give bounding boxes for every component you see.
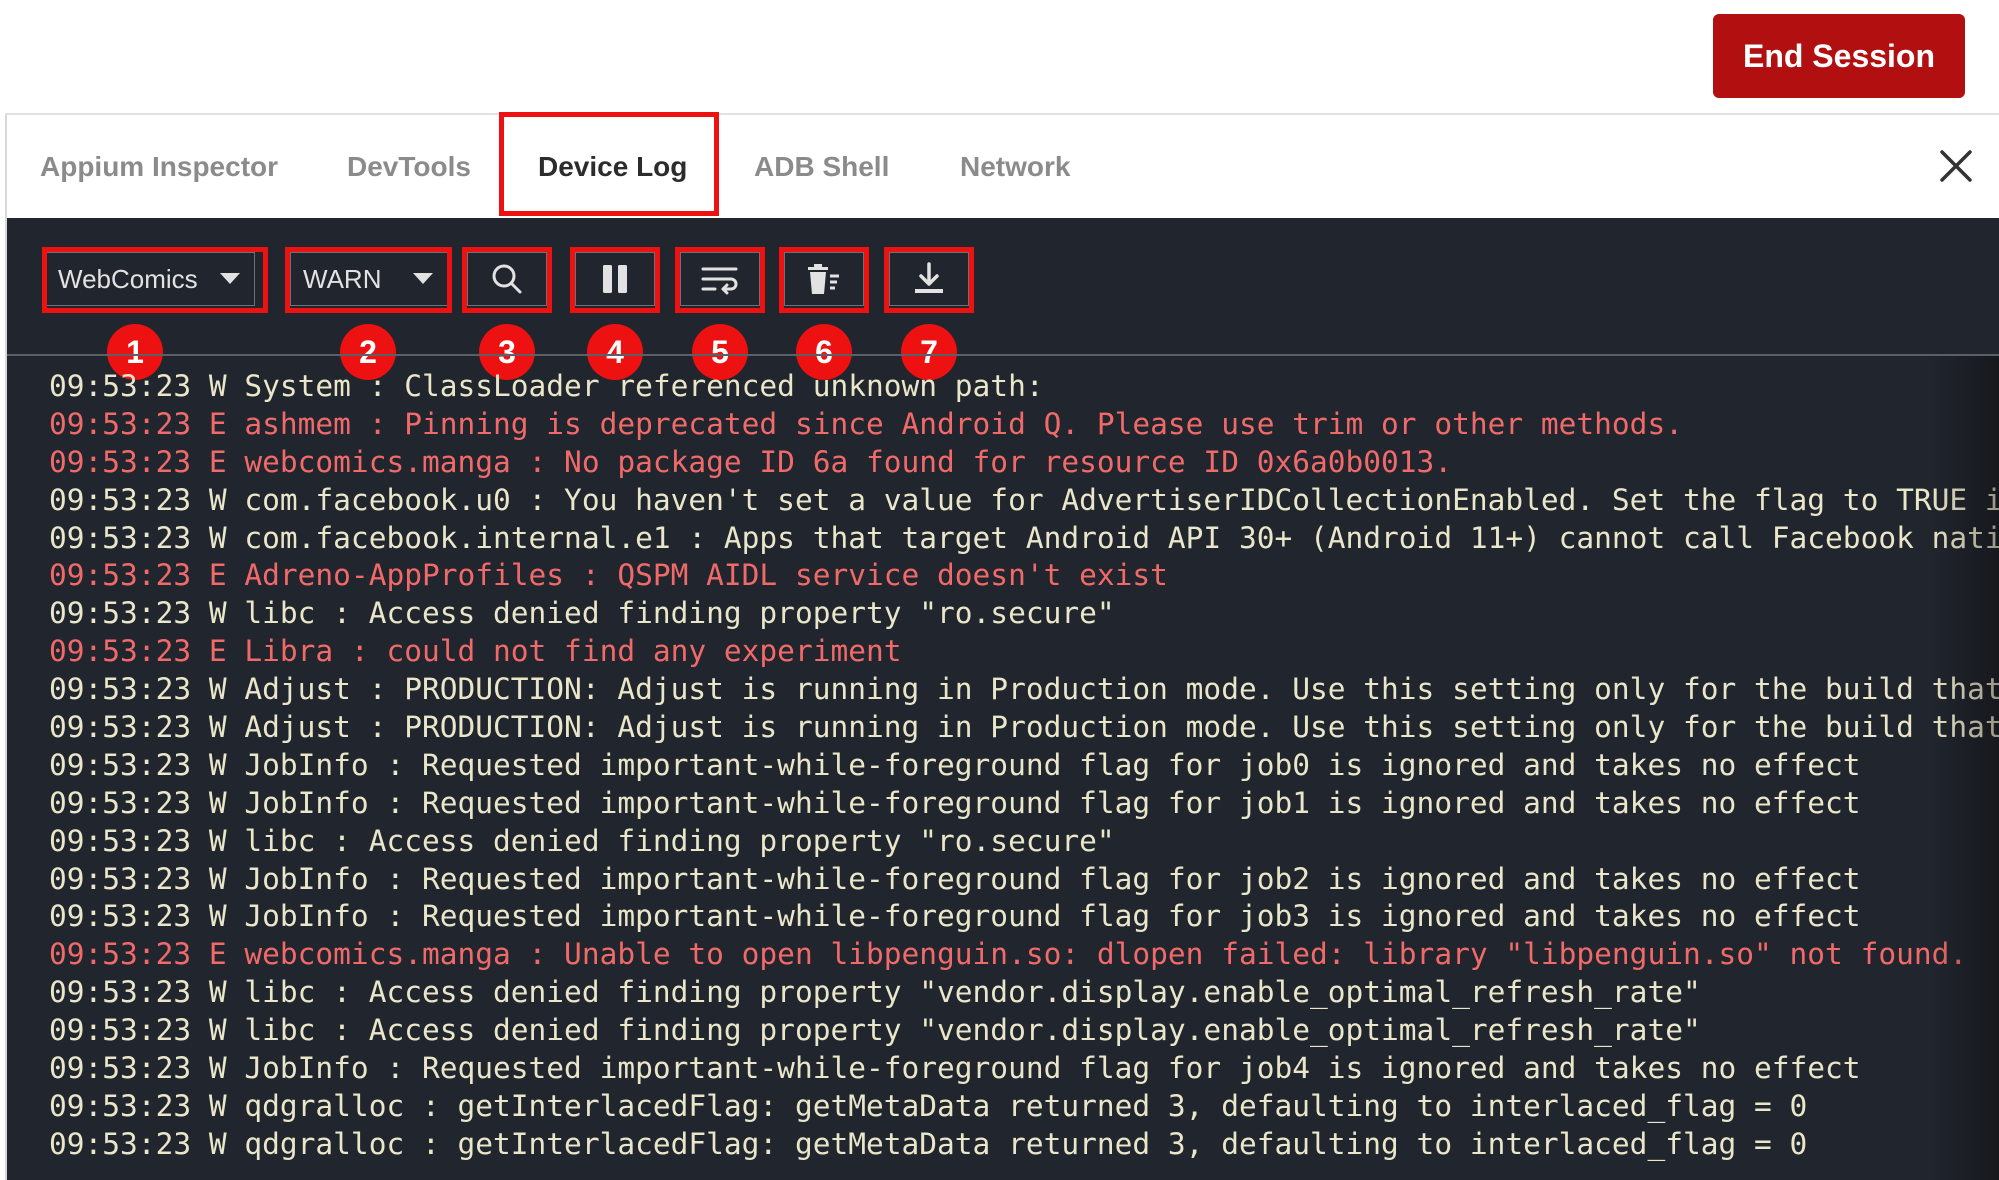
log-line: 09:53:23 W libc : Access denied finding … [49,975,1701,1010]
tab-device-log[interactable]: Device Log [538,115,687,218]
log-line: 09:53:23 W Adjust : PRODUCTION: Adjust i… [49,710,1999,745]
app-filter-value: WebComics [58,263,198,294]
log-line: 09:53:23 E ashmem : Pinning is deprecate… [49,406,1683,441]
log-level-value: WARN [303,263,382,294]
close-icon[interactable] [1932,142,1980,190]
tab-devtools[interactable]: DevTools [347,115,471,218]
log-line: 09:53:23 W com.facebook.u0 : You haven't… [49,482,1999,517]
clear-log-icon [808,264,839,294]
chevron-down-icon [220,273,240,284]
log-output: 09:53:23 W System : ClassLoader referenc… [49,368,1999,1164]
pause-button[interactable] [575,252,655,306]
log-line: 09:53:23 W JobInfo : Requested important… [49,785,1861,820]
log-line: 09:53:23 E Libra : could not find any ex… [49,634,902,669]
toolbar-divider [7,354,1999,356]
pause-icon [603,265,627,293]
log-line: 09:53:23 W qdgralloc : getInterlacedFlag… [49,1126,1808,1161]
log-line: 09:53:23 W libc : Access denied finding … [49,823,1115,858]
log-line: 09:53:23 W libc : Access denied finding … [49,596,1115,631]
search-button[interactable] [467,252,547,306]
chevron-down-icon [413,273,433,284]
clear-log-button[interactable] [784,252,864,306]
device-log-pane: WebComics WARN 1 2 3 4 5 6 7 09:53:23 W … [7,218,1999,1180]
log-line: 09:53:23 E webcomics.manga : No package … [49,444,1453,479]
log-level-select[interactable]: WARN [290,252,448,306]
app-filter-select[interactable]: WebComics [45,252,255,306]
search-icon [492,264,522,294]
log-line: 09:53:23 W JobInfo : Requested important… [49,899,1861,934]
wrap-lines-icon [701,267,738,295]
download-icon [915,262,943,293]
log-line: 09:53:23 W com.facebook.internal.e1 : Ap… [49,520,1999,555]
log-line: 09:53:23 W JobInfo : Requested important… [49,747,1861,782]
end-session-button[interactable]: End Session [1713,14,1965,98]
log-line: 09:53:23 E webcomics.manga : Unable to o… [49,937,1968,972]
log-line: 09:53:23 W qdgralloc : getInterlacedFlag… [49,1088,1808,1123]
log-line: 09:53:23 W Adjust : PRODUCTION: Adjust i… [49,672,1999,707]
log-line: 09:53:23 W System : ClassLoader referenc… [49,369,1044,403]
log-line: 09:53:23 W JobInfo : Requested important… [49,861,1861,896]
download-button[interactable] [889,252,969,306]
top-bar: End Session [0,0,1999,113]
tab-appium-inspector[interactable]: Appium Inspector [40,115,278,218]
inspector-panel: Appium Inspector DevTools Device Log ADB… [5,112,1999,1180]
log-line: 09:53:23 W libc : Access denied finding … [49,1013,1701,1048]
log-line: 09:53:23 E Adreno-AppProfiles : QSPM AID… [49,558,1168,593]
tab-network[interactable]: Network [960,115,1070,218]
tab-bar: Appium Inspector DevTools Device Log ADB… [7,112,1999,218]
log-line: 09:53:23 W JobInfo : Requested important… [49,1051,1861,1086]
tab-adb-shell[interactable]: ADB Shell [754,115,889,218]
wrap-lines-button[interactable] [680,252,760,306]
log-toolbar: WebComics WARN 1 2 3 4 5 6 7 [7,218,1999,380]
